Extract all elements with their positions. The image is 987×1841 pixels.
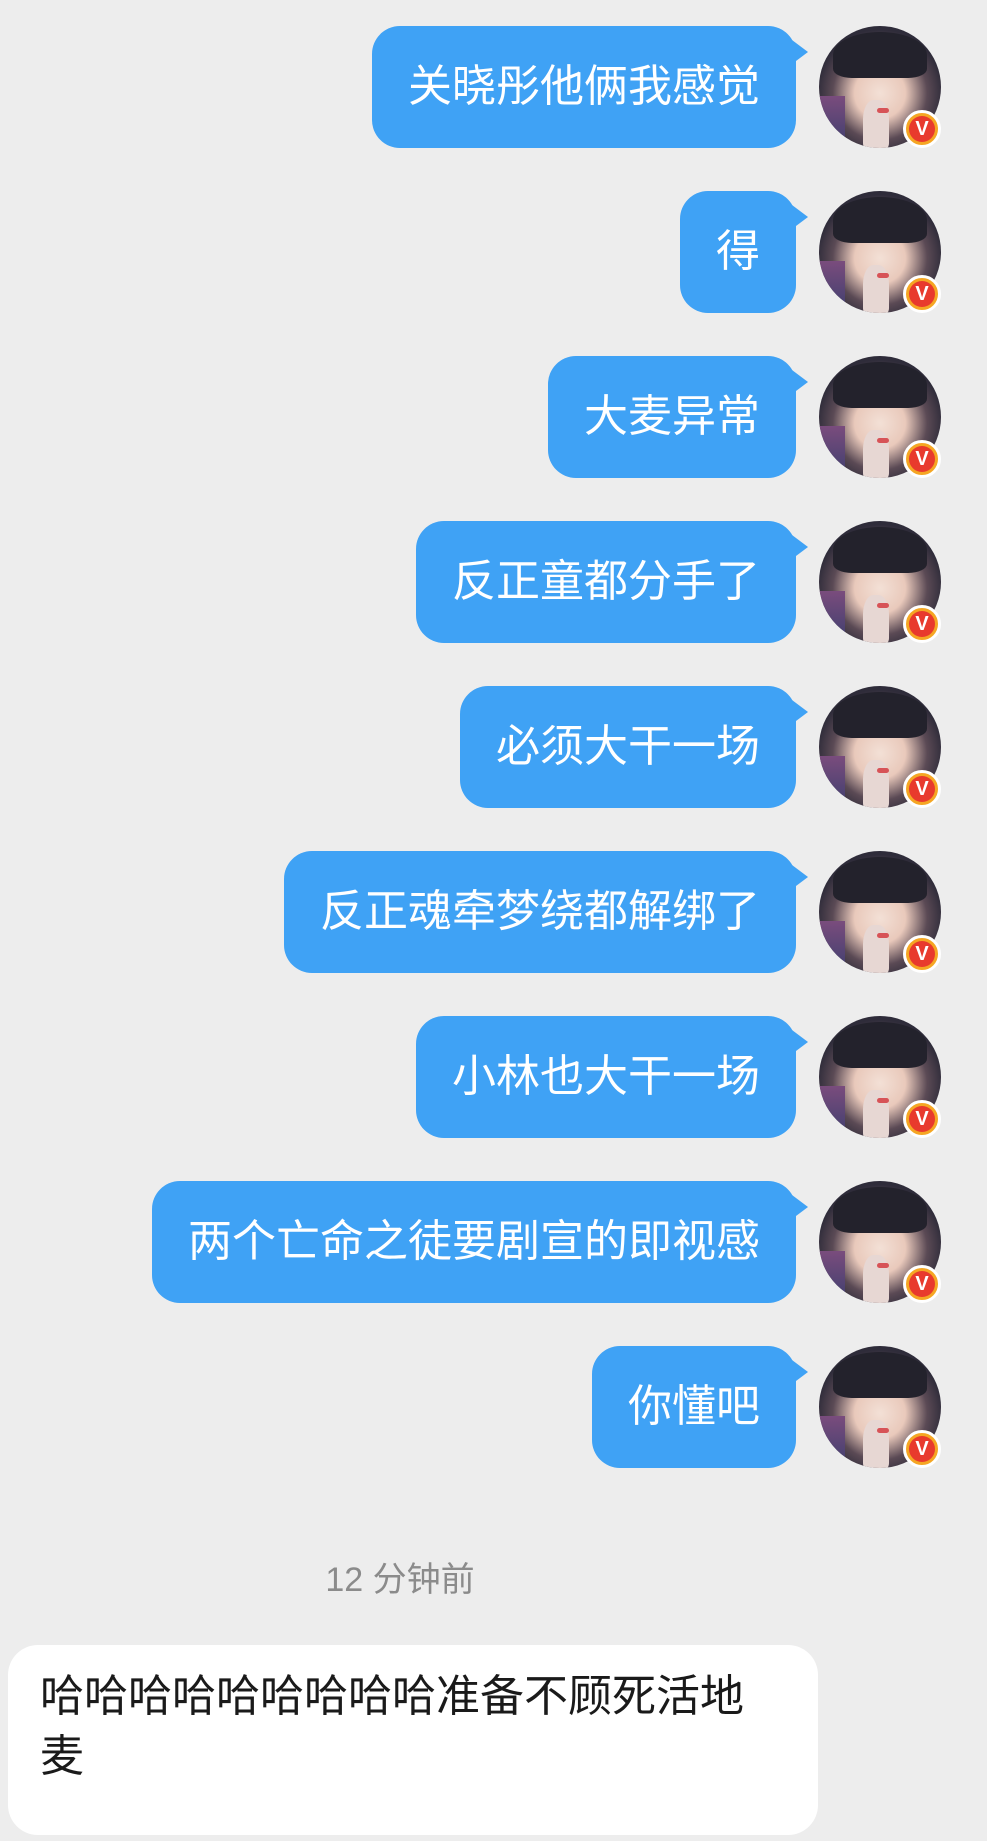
outgoing-message-bubble[interactable]: 关晓彤他俩我感觉	[372, 26, 808, 148]
bubble-tail	[792, 1195, 808, 1219]
outgoing-message-bubble[interactable]: 反正魂牵梦绕都解绑了	[284, 851, 808, 973]
message-row: 你懂吧 V	[0, 1346, 987, 1468]
outgoing-message-bubble[interactable]: 大麦异常	[548, 356, 808, 478]
message-row: 反正童都分手了 V	[0, 521, 987, 643]
outgoing-message-bubble[interactable]: 两个亡命之徒要剧宣的即视感	[152, 1181, 808, 1303]
avatar[interactable]: V	[819, 521, 941, 643]
bubble-tail	[792, 700, 808, 724]
avatar[interactable]: V	[819, 356, 941, 478]
avatar[interactable]: V	[819, 26, 941, 148]
avatar[interactable]: V	[819, 851, 941, 973]
verified-badge-icon: V	[903, 1265, 941, 1303]
avatar[interactable]: V	[819, 191, 941, 313]
outgoing-message-bubble[interactable]: 得	[680, 191, 808, 313]
bubble-tail	[792, 40, 808, 64]
verified-badge-icon: V	[903, 1430, 941, 1468]
avatar[interactable]: V	[819, 686, 941, 808]
verified-badge-icon: V	[903, 605, 941, 643]
message-text: 必须大干一场	[496, 721, 760, 772]
message-text: 小林也大干一场	[452, 1051, 760, 1102]
outgoing-message-bubble[interactable]: 你懂吧	[592, 1346, 808, 1468]
message-text: 你懂吧	[628, 1381, 760, 1432]
message-row: 两个亡命之徒要剧宣的即视感 V	[0, 1181, 987, 1303]
message-text: 得	[716, 226, 760, 277]
message-row: 必须大干一场 V	[0, 686, 987, 808]
bubble-tail	[792, 865, 808, 889]
bubble-tail	[792, 370, 808, 394]
timestamp: 12 分钟前	[325, 1561, 475, 1599]
verified-badge-icon: V	[903, 1100, 941, 1138]
message-row: 小林也大干一场 V	[0, 1016, 987, 1138]
message-text: 反正魂牵梦绕都解绑了	[320, 886, 760, 937]
message-row: 得 V	[0, 191, 987, 313]
bubble-tail	[792, 1030, 808, 1054]
avatar[interactable]: V	[819, 1181, 941, 1303]
message-row: 大麦异常 V	[0, 356, 987, 478]
incoming-message-bubble[interactable]: 哈哈哈哈哈哈哈哈哈准备不顾死活地麦	[8, 1645, 818, 1835]
bubble-tail	[792, 1360, 808, 1384]
verified-badge-icon: V	[903, 275, 941, 313]
avatar[interactable]: V	[819, 1346, 941, 1468]
message-row: 关晓彤他俩我感觉 V	[0, 26, 987, 148]
message-text: 哈哈哈哈哈哈哈哈哈准备不顾死活地麦	[40, 1671, 744, 1782]
outgoing-message-bubble[interactable]: 反正童都分手了	[416, 521, 808, 643]
message-text: 大麦异常	[584, 391, 760, 442]
avatar[interactable]: V	[819, 1016, 941, 1138]
verified-badge-icon: V	[903, 440, 941, 478]
verified-badge-icon: V	[903, 110, 941, 148]
bubble-tail	[792, 205, 808, 229]
outgoing-message-bubble[interactable]: 必须大干一场	[460, 686, 808, 808]
verified-badge-icon: V	[903, 770, 941, 808]
verified-badge-icon: V	[903, 935, 941, 973]
message-text: 两个亡命之徒要剧宣的即视感	[188, 1216, 760, 1267]
chat-screen: { "messages_outgoing": [ {"text": "关晓彤他俩…	[0, 0, 987, 1841]
message-text: 反正童都分手了	[452, 556, 760, 607]
message-row: 反正魂牵梦绕都解绑了 V	[0, 851, 987, 973]
message-text: 关晓彤他俩我感觉	[408, 61, 760, 112]
outgoing-message-bubble[interactable]: 小林也大干一场	[416, 1016, 808, 1138]
bubble-tail	[792, 535, 808, 559]
